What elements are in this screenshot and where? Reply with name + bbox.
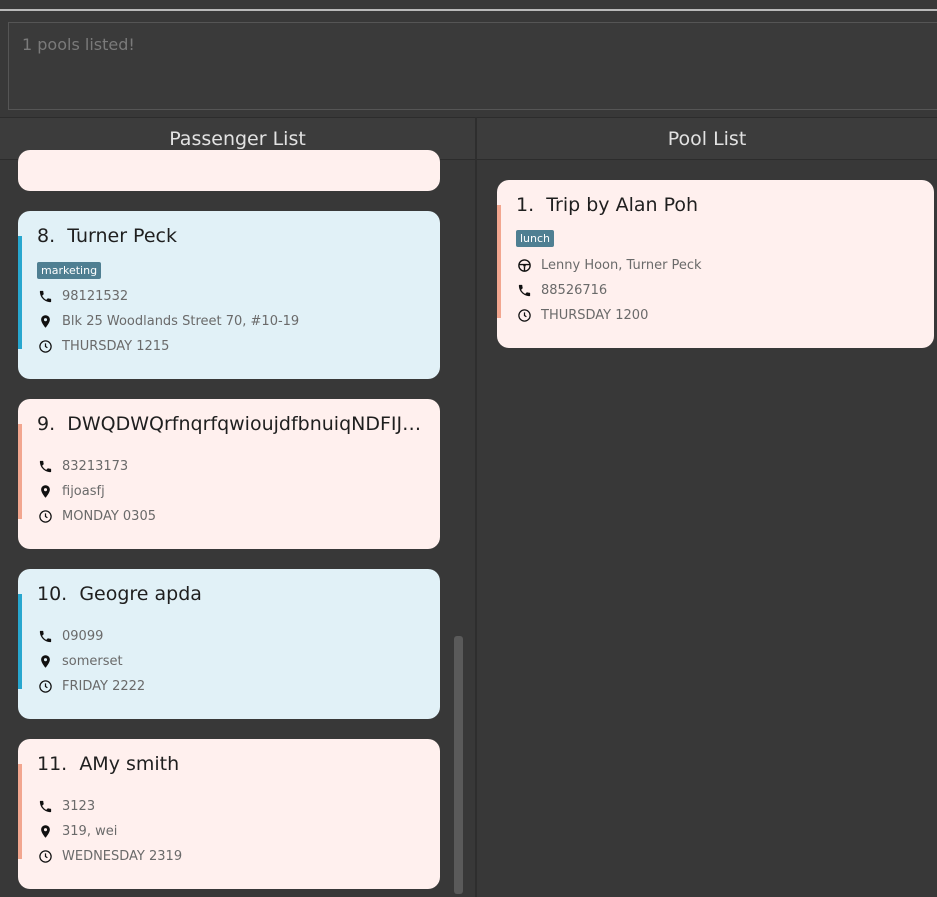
passenger-name: 8. Turner Peck: [37, 225, 177, 247]
pool-title: 1. Trip by Alan Poh: [516, 194, 699, 216]
phone-icon: [37, 628, 53, 644]
phone-number: 83213173: [62, 458, 129, 474]
clock-icon: [37, 678, 53, 694]
location-pin-icon: [37, 313, 53, 329]
address-text: somerset: [62, 653, 123, 669]
time-row: MONDAY 0305: [37, 507, 156, 525]
time-row: WEDNESDAY 2319: [37, 847, 182, 865]
card-accent: [18, 594, 22, 689]
pool-passengers-row: Lenny Hoon, Turner Peck: [516, 256, 702, 274]
phone-number: 98121532: [62, 288, 129, 304]
passenger-card[interactable]: 11. AMy smith 3123 319, wei WEDNESDAY 23…: [18, 739, 440, 889]
phone-icon: [37, 458, 53, 474]
phone-number: 09099: [62, 628, 104, 644]
address-row: fijoasfj: [37, 482, 105, 500]
top-menu-bar: [0, 0, 937, 17]
result-message: 1 pools listed!: [22, 35, 135, 54]
passenger-card[interactable]: 9. DWQDWQrfnqrfqwioujdfbnuiqNDFIJKQ... 8…: [18, 399, 440, 549]
time-text: THURSDAY 1215: [62, 338, 170, 354]
passenger-card[interactable]: [18, 150, 440, 191]
passenger-name: 11. AMy smith: [37, 753, 180, 775]
address-text: Blk 25 Woodlands Street 70, #10-19: [62, 313, 300, 329]
location-pin-icon: [37, 823, 53, 839]
clock-icon: [37, 848, 53, 864]
pool-list-title: Pool List: [667, 127, 747, 150]
passenger-name: 9. DWQDWQrfnqrfqwioujdfbnuiqNDFIJKQ...: [37, 413, 432, 435]
phone-number: 88526716: [541, 282, 608, 298]
tag-badge: marketing: [37, 262, 102, 279]
passenger-list-scrollbar[interactable]: [454, 636, 463, 894]
location-pin-icon: [37, 653, 53, 669]
address-row: Blk 25 Woodlands Street 70, #10-19: [37, 312, 299, 330]
time-row: FRIDAY 2222: [37, 677, 145, 695]
pool-list-header: Pool List: [477, 117, 937, 160]
time-text: THURSDAY 1200: [541, 307, 649, 323]
address-row: somerset: [37, 652, 123, 670]
pool-card[interactable]: 1. Trip by Alan Poh lunch Lenny Hoon, Tu…: [497, 180, 934, 348]
panel-divider: [475, 117, 477, 897]
phone-number: 3123: [62, 798, 96, 814]
time-text: FRIDAY 2222: [62, 678, 146, 694]
top-separator: [0, 9, 937, 11]
pool-passengers: Lenny Hoon, Turner Peck: [541, 257, 702, 273]
clock-icon: [37, 338, 53, 354]
phone-icon: [37, 288, 53, 304]
card-accent: [18, 236, 22, 349]
passenger-card[interactable]: 10. Geogre apda 09099 somerset FRIDAY 22…: [18, 569, 440, 719]
card-accent: [497, 205, 501, 318]
address-row: 319, wei: [37, 822, 117, 840]
time-text: MONDAY 0305: [62, 508, 156, 524]
time-text: WEDNESDAY 2319: [62, 848, 183, 864]
phone-row: 98121532: [37, 287, 128, 305]
clock-icon: [37, 508, 53, 524]
address-text: fijoasfj: [62, 483, 105, 499]
time-row: THURSDAY 1215: [37, 337, 169, 355]
result-display: 1 pools listed!: [8, 22, 937, 110]
passenger-card[interactable]: 8. Turner Peck marketing 98121532 Blk 25…: [18, 211, 440, 379]
phone-row: 88526716: [516, 281, 607, 299]
phone-icon: [37, 798, 53, 814]
time-row: THURSDAY 1200: [516, 306, 648, 324]
tag-badge: lunch: [516, 230, 555, 247]
card-accent: [18, 764, 22, 859]
passenger-name: 10. Geogre apda: [37, 583, 202, 605]
phone-icon: [516, 282, 532, 298]
location-pin-icon: [37, 483, 53, 499]
address-text: 319, wei: [62, 823, 118, 839]
phone-row: 3123: [37, 797, 95, 815]
card-accent: [18, 424, 22, 519]
steering-wheel-icon: [516, 257, 532, 273]
phone-row: 09099: [37, 627, 103, 645]
passenger-list-title: Passenger List: [169, 127, 306, 150]
phone-row: 83213173: [37, 457, 128, 475]
clock-icon: [516, 307, 532, 323]
